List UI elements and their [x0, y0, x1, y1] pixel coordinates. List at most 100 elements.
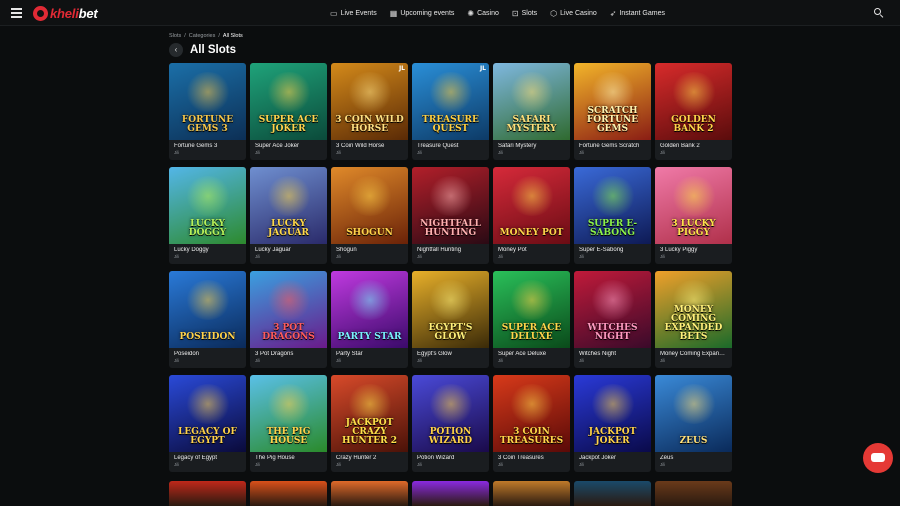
game-card-partial[interactable] — [574, 481, 651, 506]
game-name[interactable]: 3 Coin Treasures — [498, 455, 565, 462]
game-name[interactable]: Shōgun — [336, 247, 403, 254]
game-name[interactable]: Party Star — [336, 351, 403, 358]
game-card[interactable]: 3 COIN WILD HORSE JL 3 Coin Wild Horse Jili — [331, 63, 408, 160]
game-thumbnail[interactable]: SAFARI MYSTERY — [493, 63, 570, 140]
game-card[interactable]: POTION WIZARD Potion Wizard Jili — [412, 375, 489, 472]
game-card-partial[interactable] — [331, 481, 408, 506]
game-name[interactable]: Fortune Gems Scratch — [579, 143, 646, 150]
game-thumbnail[interactable]: GOLDEN BANK 2 — [655, 63, 732, 140]
game-card[interactable]: NIGHTFALL HUNTING Nightfall Hunting Jili — [412, 167, 489, 264]
game-name[interactable]: Golden Bank 2 — [660, 143, 727, 150]
game-name[interactable]: Legacy of Egypt — [174, 455, 241, 462]
game-card[interactable]: EGYPT'S GLOW Egypt's Glow Jili — [412, 271, 489, 368]
game-name[interactable]: Money Pot — [498, 247, 565, 254]
back-button[interactable]: ‹ — [169, 43, 183, 57]
game-name[interactable]: Money Coming Expanded Bets — [660, 351, 727, 358]
game-name[interactable]: Fortune Gems 3 — [174, 143, 241, 150]
game-card-partial[interactable] — [250, 481, 327, 506]
game-name[interactable]: The Pig House — [255, 455, 322, 462]
game-thumbnail[interactable]: 3 LUCKY PIGGY — [655, 167, 732, 244]
search-icon[interactable] — [874, 8, 884, 19]
game-name[interactable]: Lucky Jaguar — [255, 247, 322, 254]
game-thumbnail[interactable]: SUPER ACE JOKER — [250, 63, 327, 140]
game-card[interactable]: THE PIG HOUSE The Pig House Jili — [250, 375, 327, 472]
game-thumbnail[interactable]: PARTY STAR — [331, 271, 408, 348]
game-card[interactable]: 3 LUCKY PIGGY 3 Lucky Piggy Jili — [655, 167, 732, 264]
game-thumbnail[interactable]: NIGHTFALL HUNTING — [412, 167, 489, 244]
game-thumbnail[interactable]: POSEIDON — [169, 271, 246, 348]
game-card[interactable]: FORTUNE GEMS 3 Fortune Gems 3 Jili — [169, 63, 246, 160]
nav-item-upcoming-events[interactable]: ▦ Upcoming events — [390, 9, 455, 18]
game-card[interactable]: SCRATCH FORTUNE GEMS Fortune Gems Scratch… — [574, 63, 651, 160]
game-name[interactable]: Nightfall Hunting — [417, 247, 484, 254]
game-card[interactable]: LUCKY DOGGY Lucky Doggy Jili — [169, 167, 246, 264]
game-card[interactable]: PARTY STAR Party Star Jili — [331, 271, 408, 368]
game-name[interactable]: Crazy Hunter 2 — [336, 455, 403, 462]
game-thumbnail[interactable]: SUPER ACE DELUXE — [493, 271, 570, 348]
game-name[interactable]: Super E-Sabong — [579, 247, 646, 254]
game-card[interactable]: SUPER ACE DELUXE Super Ace Deluxe Jili — [493, 271, 570, 368]
game-thumbnail[interactable]: MONEY COMING EXPANDED BETS — [655, 271, 732, 348]
game-card[interactable]: SHOGUN Shōgun Jili — [331, 167, 408, 264]
game-card-partial[interactable] — [412, 481, 489, 506]
game-card[interactable]: JACKPOT JOKER Jackpot Joker Jili — [574, 375, 651, 472]
game-card[interactable]: MONEY POT Money Pot Jili — [493, 167, 570, 264]
game-name[interactable]: Witches Night — [579, 351, 646, 358]
game-thumbnail[interactable]: POTION WIZARD — [412, 375, 489, 452]
game-name[interactable]: Zeus — [660, 455, 727, 462]
game-thumbnail[interactable]: EGYPT'S GLOW — [412, 271, 489, 348]
game-card[interactable]: SAFARI MYSTERY Safari Mystery Jili — [493, 63, 570, 160]
game-thumbnail[interactable]: FORTUNE GEMS 3 — [169, 63, 246, 140]
game-card[interactable]: MONEY COMING EXPANDED BETS Money Coming E… — [655, 271, 732, 368]
game-thumbnail[interactable]: LUCKY JAGUAR — [250, 167, 327, 244]
game-card[interactable]: SUPER ACE JOKER Super Ace Joker Jili — [250, 63, 327, 160]
game-thumbnail[interactable]: LEGACY OF EGYPT — [169, 375, 246, 452]
game-thumbnail[interactable]: ZEUS — [655, 375, 732, 452]
game-card[interactable]: LUCKY JAGUAR Lucky Jaguar Jili — [250, 167, 327, 264]
game-name[interactable]: Safari Mystery — [498, 143, 565, 150]
game-name[interactable]: Jackpot Joker — [579, 455, 646, 462]
game-card[interactable]: 3 POT DRAGONS 3 Pot Dragons Jili — [250, 271, 327, 368]
game-name[interactable]: 3 Pot Dragons — [255, 351, 322, 358]
breadcrumb-slots[interactable]: Slots — [169, 33, 181, 39]
game-thumbnail[interactable]: THE PIG HOUSE — [250, 375, 327, 452]
game-card[interactable]: LEGACY OF EGYPT Legacy of Egypt Jili — [169, 375, 246, 472]
game-card[interactable]: POSEIDON Poseidon Jili — [169, 271, 246, 368]
game-thumbnail[interactable]: MONEY POT — [493, 167, 570, 244]
game-name[interactable]: 3 Lucky Piggy — [660, 247, 727, 254]
game-name[interactable]: Super Ace Joker — [255, 143, 322, 150]
game-card[interactable]: SUPER E-SABONG Super E-Sabong Jili — [574, 167, 651, 264]
game-thumbnail[interactable]: TREASURE QUEST JL — [412, 63, 489, 140]
nav-item-instant-games[interactable]: ➶ Instant Games — [610, 9, 665, 18]
game-card[interactable]: WITCHES NIGHT Witches Night Jili — [574, 271, 651, 368]
game-card[interactable]: 3 COIN TREASURES 3 Coin Treasures Jili — [493, 375, 570, 472]
site-logo[interactable]: khelibet — [33, 5, 98, 22]
game-thumbnail[interactable]: WITCHES NIGHT — [574, 271, 651, 348]
game-card[interactable]: JACKPOT CRAZY HUNTER 2 Crazy Hunter 2 Jili — [331, 375, 408, 472]
game-card-partial[interactable] — [493, 481, 570, 506]
game-thumbnail[interactable]: 3 POT DRAGONS — [250, 271, 327, 348]
chat-icon[interactable] — [863, 443, 893, 473]
game-thumbnail[interactable]: JACKPOT CRAZY HUNTER 2 — [331, 375, 408, 452]
nav-item-slots[interactable]: ⊡ Slots — [512, 9, 537, 18]
hamburger-menu-icon[interactable] — [11, 8, 22, 18]
nav-item-casino[interactable]: ✺ Casino — [467, 9, 499, 18]
nav-item-live-casino[interactable]: ⬡ Live Casino — [550, 9, 597, 18]
game-card-partial[interactable] — [169, 481, 246, 506]
game-thumbnail[interactable]: SCRATCH FORTUNE GEMS — [574, 63, 651, 140]
game-name[interactable]: Egypt's Glow — [417, 351, 484, 358]
game-card[interactable]: TREASURE QUEST JL Treasure Quest Jili — [412, 63, 489, 160]
game-thumbnail[interactable]: LUCKY DOGGY — [169, 167, 246, 244]
nav-item-live-events[interactable]: ▭ Live Events — [330, 9, 377, 18]
game-name[interactable]: Poseidon — [174, 351, 241, 358]
game-name[interactable]: Potion Wizard — [417, 455, 484, 462]
game-thumbnail[interactable]: SUPER E-SABONG — [574, 167, 651, 244]
breadcrumb-categories[interactable]: Categories — [189, 33, 216, 39]
game-thumbnail[interactable]: 3 COIN TREASURES — [493, 375, 570, 452]
game-thumbnail[interactable]: 3 COIN WILD HORSE JL — [331, 63, 408, 140]
game-thumbnail[interactable]: JACKPOT JOKER — [574, 375, 651, 452]
game-card[interactable]: GOLDEN BANK 2 Golden Bank 2 Jili — [655, 63, 732, 160]
game-name[interactable]: Treasure Quest — [417, 143, 484, 150]
game-card[interactable]: ZEUS Zeus Jili — [655, 375, 732, 472]
game-name[interactable]: 3 Coin Wild Horse — [336, 143, 403, 150]
